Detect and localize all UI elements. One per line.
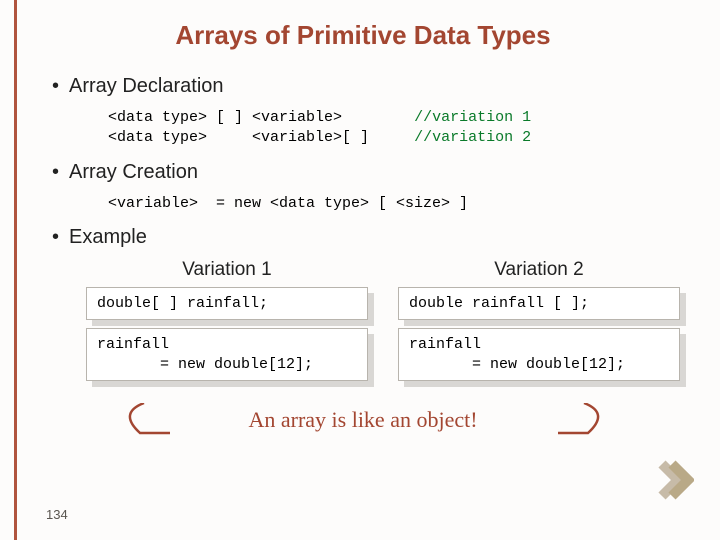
- code-declaration: <data type> [ ] <variable> //variation 1…: [108, 108, 680, 149]
- col2-box1-wrap: double rainfall [ ];: [398, 287, 680, 321]
- bullet-creation: Array Creation: [52, 161, 680, 184]
- code-decl-2: <data type> <variable>[ ]: [108, 129, 369, 146]
- col2-title: Variation 2: [398, 259, 680, 281]
- code-comment-1: //variation 1: [414, 109, 531, 126]
- col1-box2: rainfall = new double[12];: [86, 328, 368, 381]
- col1-box1: double[ ] rainfall;: [86, 287, 368, 321]
- col1-title: Variation 1: [86, 259, 368, 281]
- col1-box1-wrap: double[ ] rainfall;: [86, 287, 368, 321]
- callout-text: An array is like an object!: [248, 407, 477, 433]
- accent-bar: [14, 0, 17, 540]
- col2-box2-wrap: rainfall = new double[12];: [398, 328, 680, 381]
- col1-box2-wrap: rainfall = new double[12];: [86, 328, 368, 381]
- callout-arrow-right-icon: [550, 403, 620, 447]
- callout-arrow-left-icon: [110, 403, 180, 447]
- code-decl-1: <data type> [ ] <variable>: [108, 109, 342, 126]
- code-creation: <variable> = new <data type> [ <size> ]: [108, 194, 680, 214]
- bullet-example: Example: [52, 226, 680, 249]
- slide-title: Arrays of Primitive Data Types: [46, 20, 680, 51]
- example-columns: Variation 1 double[ ] rainfall; rainfall…: [86, 259, 680, 390]
- callout-row: An array is like an object!: [46, 403, 680, 449]
- slide-content: Arrays of Primitive Data Types Array Dec…: [0, 0, 720, 449]
- next-chevron-icon: [658, 460, 694, 500]
- column-variation-1: Variation 1 double[ ] rainfall; rainfall…: [86, 259, 368, 390]
- page-number: 134: [46, 507, 68, 522]
- bullet-declaration: Array Declaration: [52, 75, 680, 98]
- col2-box1: double rainfall [ ];: [398, 287, 680, 321]
- col2-box2: rainfall = new double[12];: [398, 328, 680, 381]
- column-variation-2: Variation 2 double rainfall [ ]; rainfal…: [398, 259, 680, 390]
- code-comment-2: //variation 2: [414, 129, 531, 146]
